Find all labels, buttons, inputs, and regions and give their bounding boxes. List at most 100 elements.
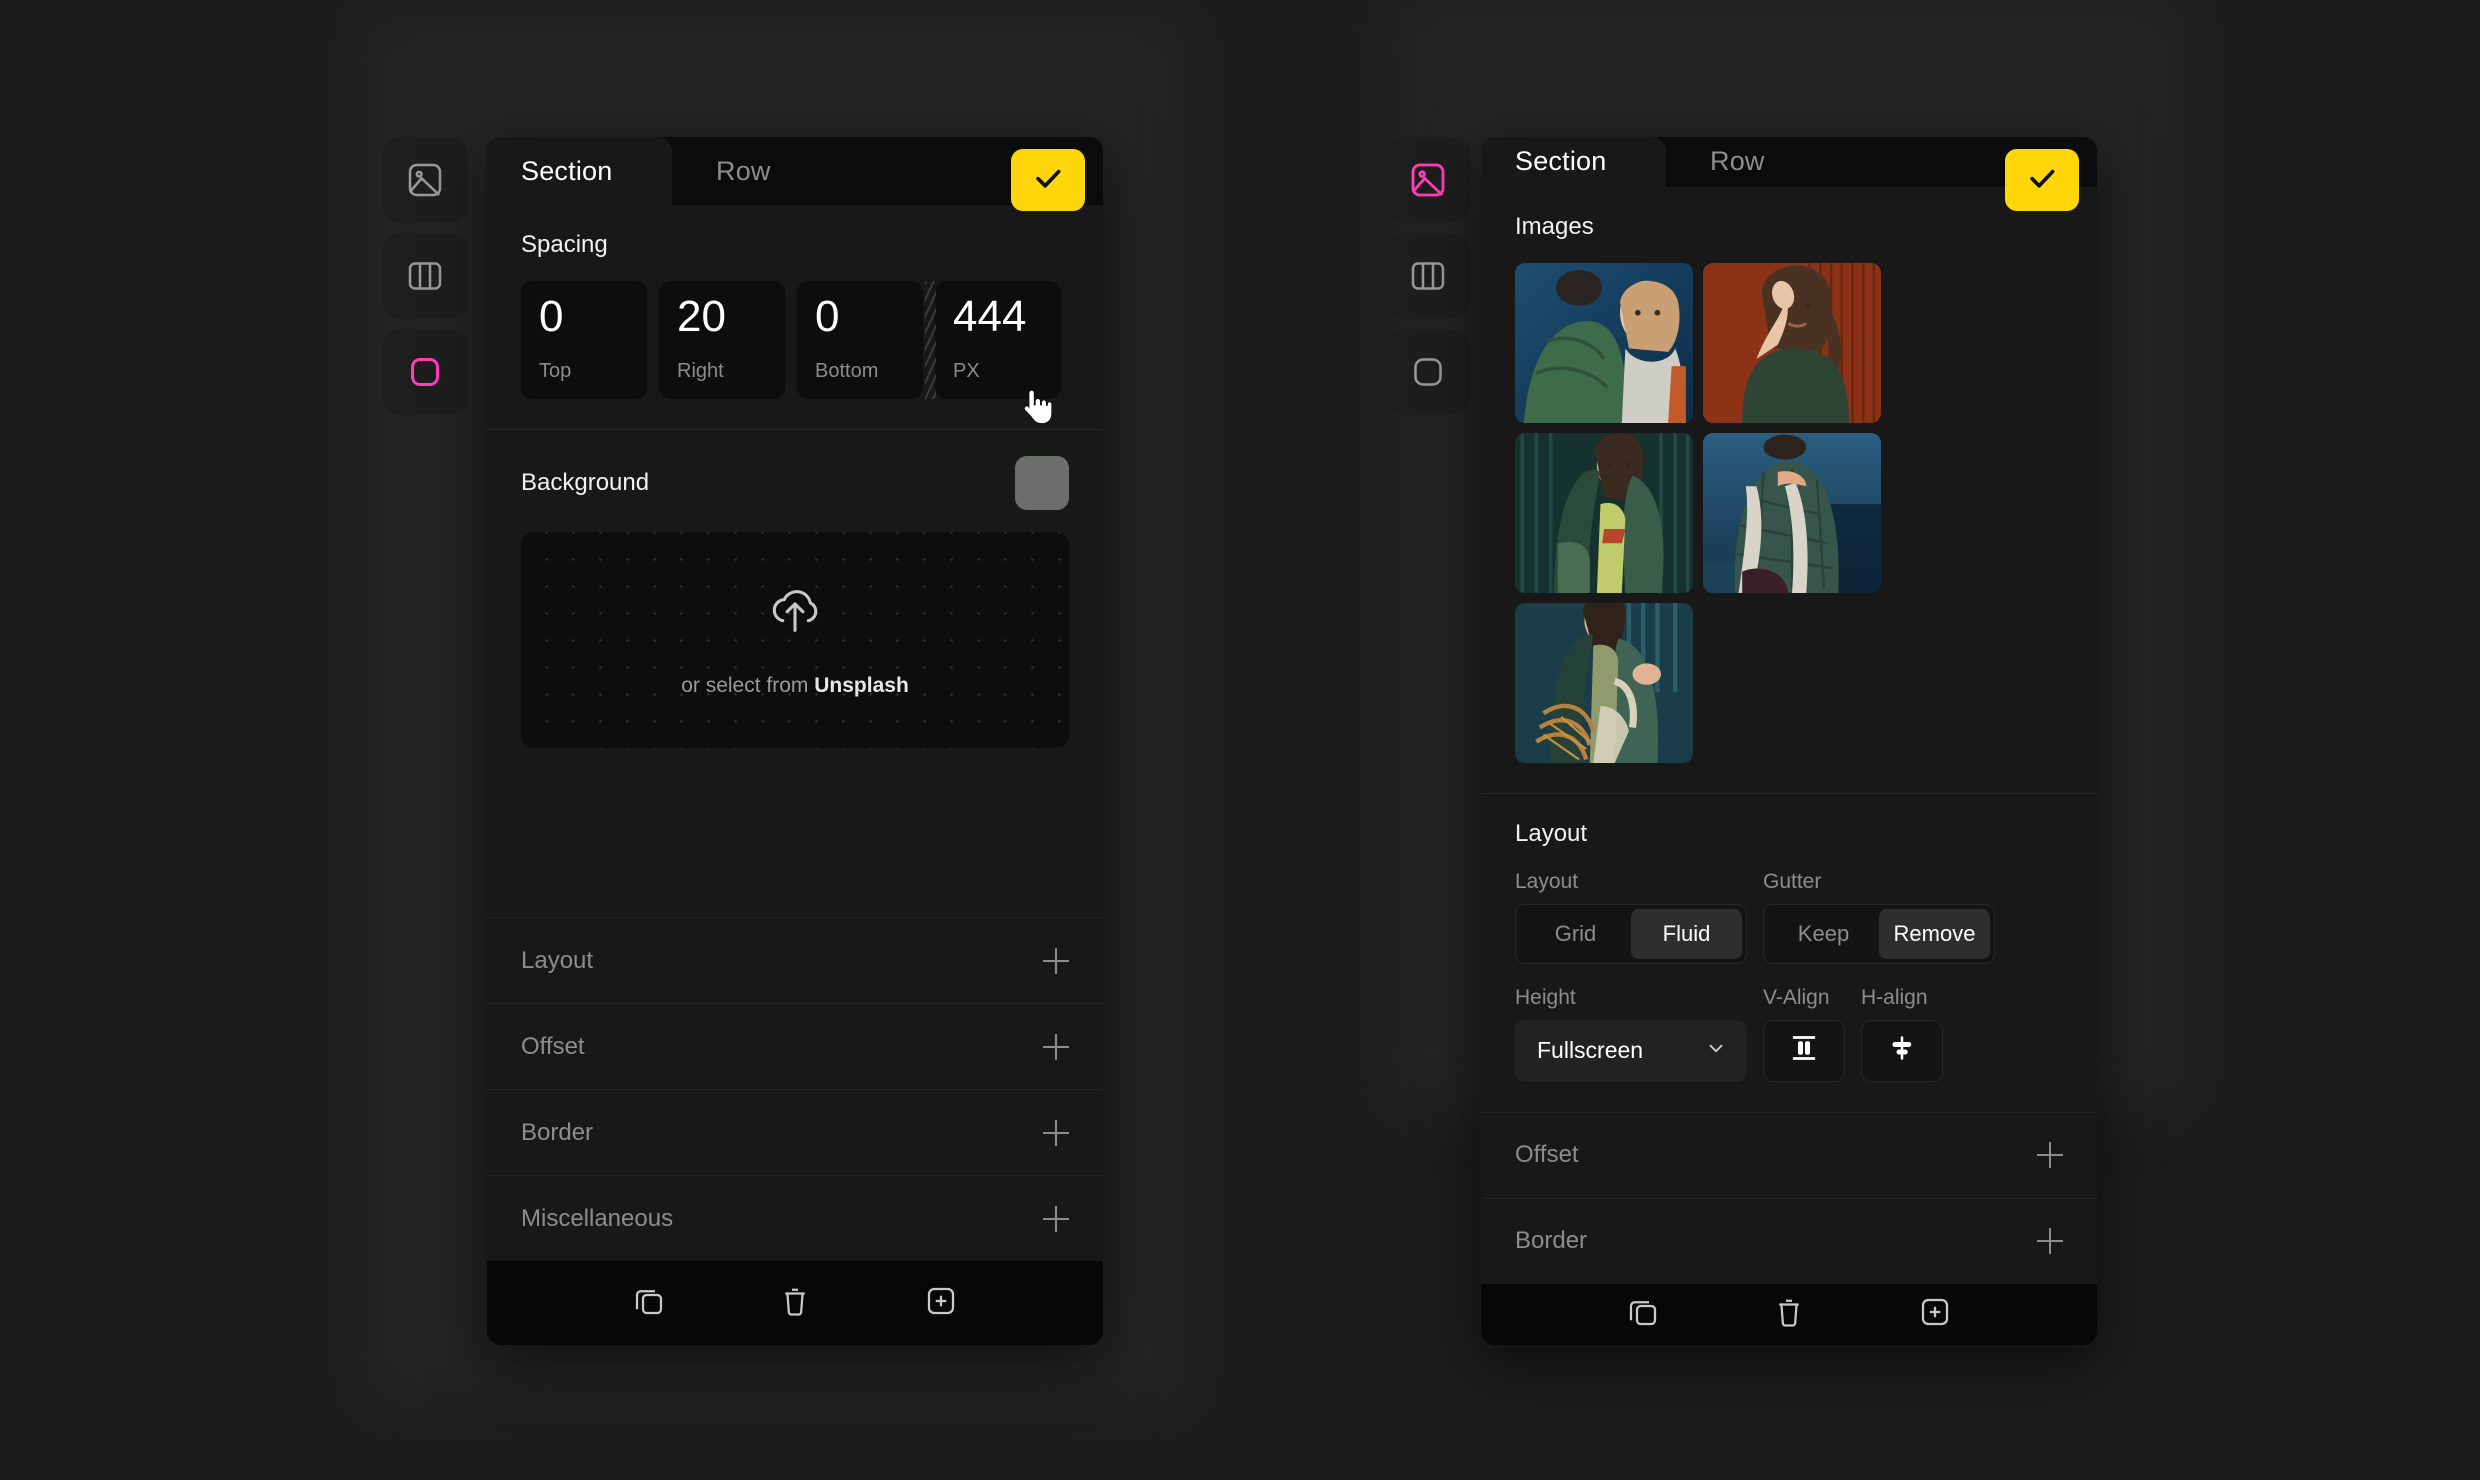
plus-icon[interactable] [1043, 947, 1069, 974]
plus-icon[interactable] [1043, 1033, 1069, 1060]
spacing-fields: 0 Top 20 Right 0 Bottom 444 PX [521, 281, 1069, 425]
align-vertical-stretch-icon [1789, 1033, 1819, 1068]
tab-section[interactable]: Section [1481, 137, 1666, 187]
accordion-offset[interactable]: Offset [1481, 1111, 2097, 1198]
layout-row-2: Height Fullscreen V-Align H-align [1515, 986, 2063, 1082]
spacing-top-value: 0 [539, 292, 564, 341]
spacing-unit-field[interactable]: 444 PX [925, 281, 1061, 425]
trash-icon[interactable] [777, 1283, 813, 1324]
background-title: Background [521, 469, 650, 496]
app-canvas: Section Row Spacing 0 Top 20 Right 0 Bot… [0, 0, 2480, 1480]
layout-mode-segmented[interactable]: Grid Fluid [1515, 903, 1747, 964]
rounded-square-icon [405, 352, 445, 392]
accordion-border[interactable]: Border [1481, 1197, 2097, 1284]
tab-row-label: Row [1710, 146, 1765, 177]
height-select-value: Fullscreen [1537, 1037, 1644, 1064]
right-properties-panel: Section Row Images Layout Layout Grid Fl… [1481, 137, 2097, 1345]
plus-icon[interactable] [1043, 1205, 1069, 1232]
unsplash-caption[interactable]: or select from Unsplash [681, 674, 909, 698]
right-panel-footer [1481, 1283, 2097, 1345]
spacing-title: Spacing [521, 231, 608, 258]
rail-item-image[interactable] [1385, 137, 1471, 223]
trash-icon[interactable] [1771, 1294, 1807, 1335]
confirm-button[interactable] [1011, 149, 1085, 211]
duplicate-icon[interactable] [631, 1283, 667, 1324]
rail-item-columns[interactable] [382, 233, 468, 319]
image-icon [405, 160, 445, 200]
layout-section: Layout Layout Grid Fluid Gutter Keep Rem… [1481, 794, 2097, 1112]
gutter-segmented[interactable]: Keep Remove [1763, 903, 1995, 964]
halign-label: H-align [1861, 985, 1928, 1009]
valign-button[interactable] [1763, 1019, 1845, 1082]
spacing-bottom-field[interactable]: 0 Bottom [797, 281, 923, 399]
right-rail [1385, 137, 1471, 415]
layout-title: Layout [1515, 819, 1588, 847]
spacing-bottom-value: 0 [815, 292, 840, 341]
image-thumbnail[interactable] [1703, 262, 1881, 423]
accordion-border-label: Border [1515, 1227, 1588, 1255]
left-panel-body: Spacing 0 Top 20 Right 0 Bottom 444 PX B… [487, 205, 1103, 1261]
image-thumbnail[interactable] [1515, 432, 1693, 593]
images-title: Images [1515, 212, 1594, 240]
valign-label: V-Align [1763, 985, 1830, 1009]
rail-item-section[interactable] [382, 329, 468, 415]
spacing-right-label: Right [677, 360, 724, 382]
pointer-cursor [1019, 389, 1053, 427]
add-square-icon[interactable] [923, 1283, 959, 1324]
image-icon [1408, 160, 1448, 200]
check-icon [2025, 161, 2059, 200]
left-panel-header: Section Row [487, 137, 1103, 211]
image-thumbnail[interactable] [1515, 262, 1693, 423]
cloud-upload-icon [764, 583, 826, 644]
align-horizontal-center-icon [1887, 1033, 1917, 1068]
image-thumbnail[interactable] [1703, 432, 1881, 593]
background-section: Background or select from Unsplash [487, 430, 1103, 778]
spacing-top-field[interactable]: 0 Top [521, 281, 647, 399]
confirm-button[interactable] [2005, 149, 2079, 211]
add-square-icon[interactable] [1917, 1294, 1953, 1335]
valign-group: V-Align [1763, 986, 1845, 1082]
gutter-label: Gutter [1763, 869, 1822, 893]
spacing-top-label: Top [539, 360, 572, 382]
left-panel-footer [487, 1261, 1103, 1345]
spacing-unit-value: 444 [953, 292, 1027, 341]
background-header: Background [521, 456, 1069, 510]
tab-section-label: Section [521, 155, 613, 186]
rail-item-columns[interactable] [1385, 233, 1471, 319]
spacing-bottom-label: Bottom [815, 360, 879, 382]
plus-icon[interactable] [2037, 1142, 2063, 1169]
rail-item-section[interactable] [1385, 329, 1471, 415]
accordion-border[interactable]: Border [487, 1089, 1103, 1175]
plus-icon[interactable] [2037, 1228, 2063, 1255]
accordion-offset[interactable]: Offset [487, 1003, 1103, 1089]
chevron-down-icon [1705, 1037, 1727, 1065]
background-color-swatch[interactable] [1015, 456, 1069, 510]
drag-handle[interactable] [925, 281, 936, 399]
halign-button[interactable] [1861, 1019, 1943, 1082]
tab-section[interactable]: Section [487, 137, 672, 205]
unsplash-caption-prefix: or select from [681, 673, 815, 697]
rounded-square-icon [1408, 352, 1448, 392]
unsplash-link[interactable]: Unsplash [814, 674, 909, 697]
spacing-right-value: 20 [677, 292, 726, 341]
accordion-miscellaneous[interactable]: Miscellaneous [487, 1175, 1103, 1261]
gutter-option-remove[interactable]: Remove [1879, 908, 1990, 959]
layout-mode-label: Layout [1515, 869, 1579, 893]
duplicate-icon[interactable] [1625, 1294, 1661, 1335]
rail-item-image[interactable] [382, 137, 468, 223]
layout-option-fluid[interactable]: Fluid [1631, 908, 1742, 959]
height-group: Height Fullscreen [1515, 986, 1747, 1082]
height-select[interactable]: Fullscreen [1515, 1019, 1747, 1082]
plus-icon[interactable] [1043, 1119, 1069, 1146]
accordion-layout[interactable]: Layout [487, 917, 1103, 1003]
images-section: Images [1481, 187, 2097, 793]
layout-option-grid[interactable]: Grid [1520, 909, 1631, 959]
spacing-right-field[interactable]: 20 Right [659, 281, 785, 399]
right-panel-body: Images Layout Layout Grid Fluid Gutter K… [1481, 187, 2097, 1284]
accordion-offset-label: Offset [1515, 1141, 1579, 1169]
gutter-option-keep[interactable]: Keep [1768, 909, 1879, 959]
background-upload-dropzone[interactable]: or select from Unsplash [521, 532, 1069, 748]
image-thumbnail[interactable] [1515, 602, 1693, 763]
layout-mode-group: Layout Grid Fluid [1515, 870, 1747, 964]
accordion-layout-label: Layout [521, 946, 594, 974]
